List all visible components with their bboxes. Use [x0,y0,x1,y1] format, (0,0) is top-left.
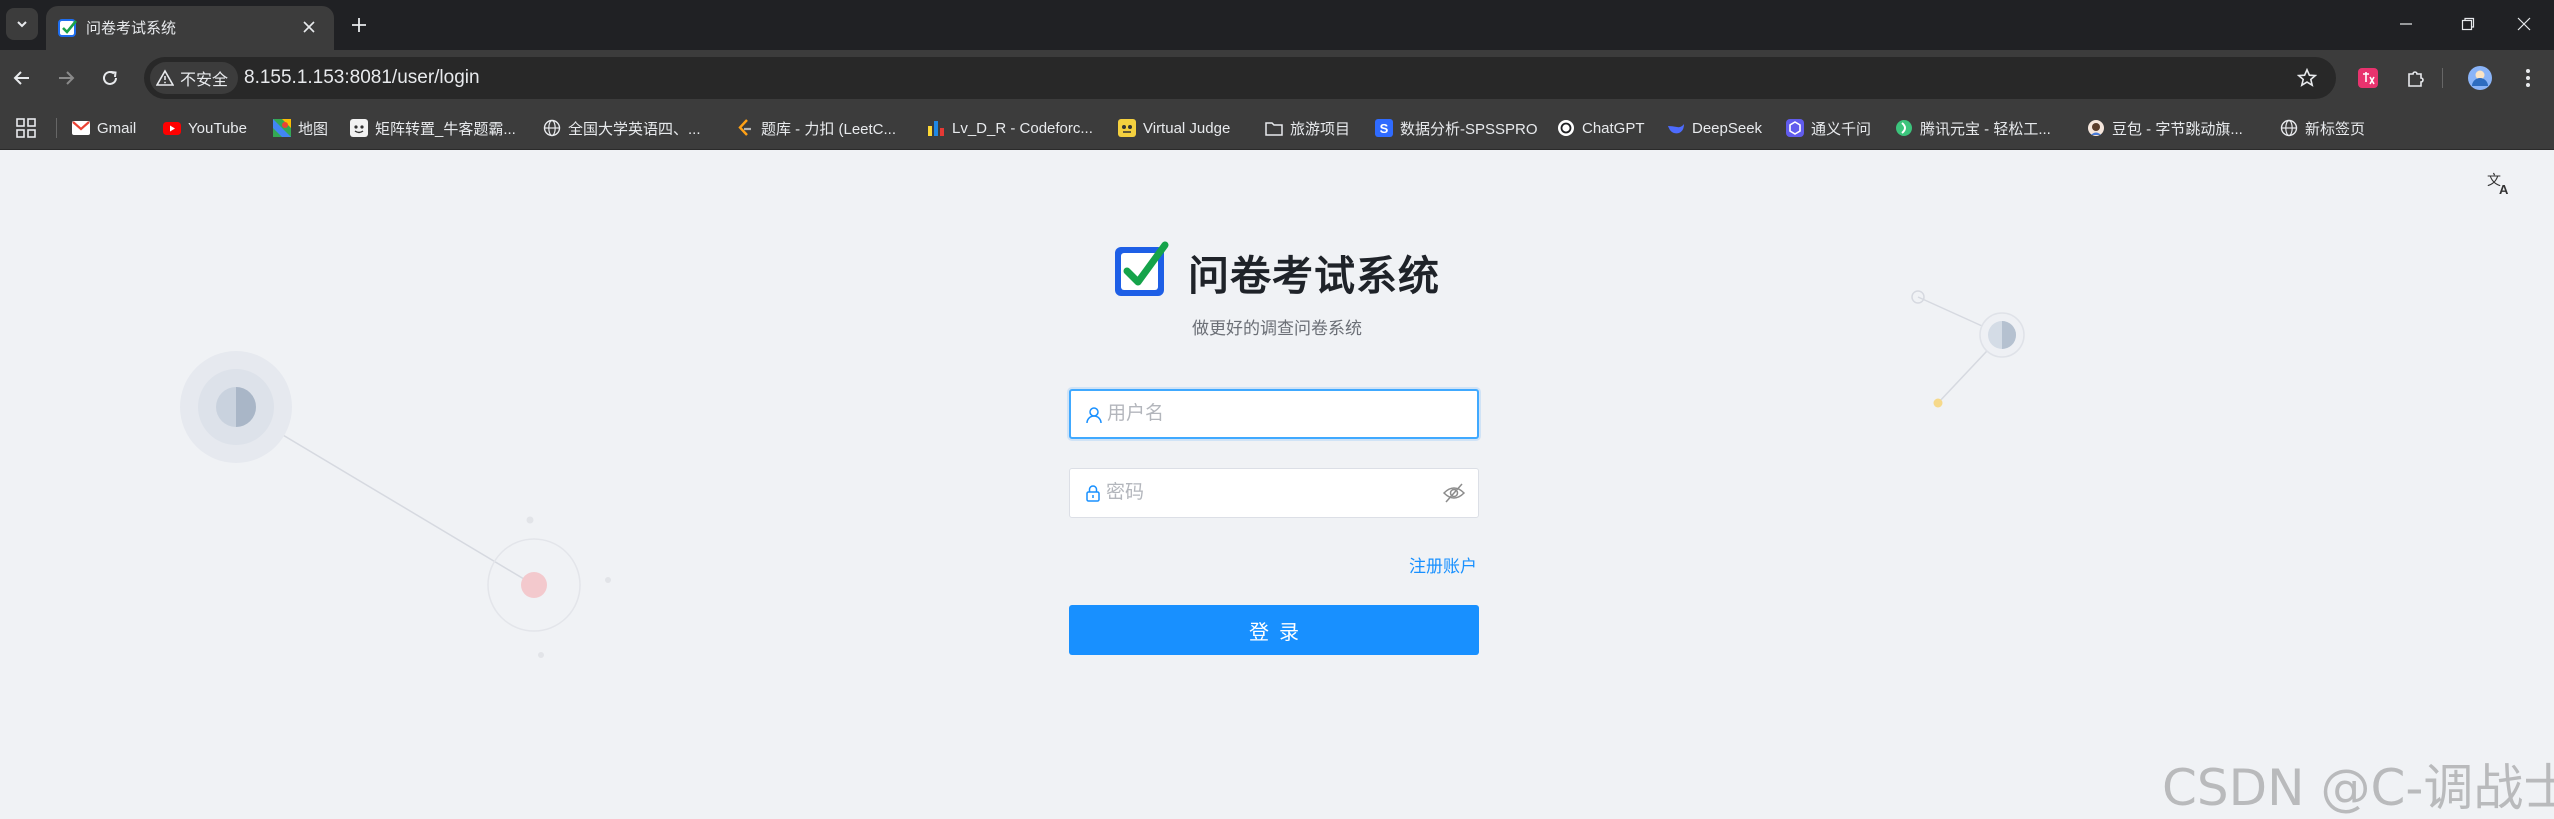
browser-tab-strip: 问卷考试系统 [0,0,2554,50]
arrow-left-icon [13,71,29,85]
bookmark-newtab[interactable]: 新标签页 [2280,114,2365,142]
folder-icon [1265,119,1283,137]
browser-tab-active[interactable]: 问卷考试系统 [46,6,334,50]
apps-grid-icon[interactable] [14,116,38,140]
username-input[interactable] [1107,391,1437,437]
bookmark-chatgpt[interactable]: ChatGPT [1557,114,1645,142]
extensions-button[interactable] [2400,62,2432,94]
bookmark-deepseek[interactable]: DeepSeek [1667,114,1762,142]
language-switch-icon[interactable]: 文 A [2486,169,2514,197]
codeforces-icon [927,119,945,137]
password-input[interactable] [1106,469,1436,517]
close-window-button[interactable] [2502,6,2546,42]
bookmark-tongyi[interactable]: 通义千问 [1786,114,1871,142]
url-text[interactable]: 8.155.1.153:8081/user/login [244,67,480,89]
spsspro-icon: S [1375,119,1393,137]
password-field[interactable] [1069,468,1479,518]
bookmark-maps[interactable]: 地图 [273,114,328,142]
username-field[interactable] [1069,389,1479,439]
yuanbao-icon [1895,119,1913,137]
tab-title: 问卷考试系统 [86,20,177,37]
bookmark-yuanbao[interactable]: 腾讯元宝 - 轻松工... [1895,114,2051,142]
bookmark-doubao[interactable]: 豆包 - 字节跳动旗... [2087,114,2243,142]
translate-extension-button[interactable] [2352,62,2384,94]
address-bar[interactable]: 不安全 8.155.1.153:8081/user/login [144,57,2336,99]
plus-icon [352,18,366,32]
minimize-icon [2400,23,2412,25]
user-icon [1086,407,1102,424]
security-label: 不安全 [180,72,229,89]
csdn-watermark: CSDN @C-调战士 [2162,759,2554,817]
bookmark-gmail[interactable]: Gmail [72,114,136,142]
avatar-icon [2468,66,2492,90]
app-title: 问卷考试系统 [1188,253,1440,299]
youtube-icon [163,119,181,137]
register-link[interactable]: 注册账户 [1409,552,1477,577]
browser-menu-button[interactable] [2512,62,2544,94]
bookmarks-divider [56,118,57,138]
leetcode-icon [736,119,754,137]
deepseek-icon [1667,119,1685,137]
bookmark-spsspro[interactable]: S 数据分析-SPSSPRO [1375,114,1538,142]
new-tab-button[interactable] [344,10,374,40]
tab-search-button[interactable] [6,8,38,40]
translate-extension-icon [2358,68,2378,88]
star-icon [2297,68,2317,87]
app-subtitle: 做更好的调查问卷系统 [1192,319,1362,338]
site-security-chip[interactable]: 不安全 [150,62,239,94]
reload-button[interactable] [94,62,126,94]
toolbar-divider [2442,68,2443,88]
globe-icon [543,119,561,137]
svg-text:S: S [1380,121,1389,136]
arrow-right-icon [59,71,75,85]
chevron-down-icon [17,21,27,28]
tongyi-icon [1786,119,1804,137]
bookmark-nowcoder[interactable]: 矩阵转置_牛客题霸... [350,114,516,142]
minimize-button[interactable] [2384,6,2428,42]
reload-icon [103,70,117,85]
chatgpt-icon [1557,119,1575,137]
globe-icon [2280,119,2298,137]
login-page: 文 A 问卷考试系统 做更好的调查问卷系统 注册账户 登录 CSDN @C-调战… [0,151,2554,819]
doubao-icon [2087,119,2105,137]
browser-toolbar: 不安全 8.155.1.153:8081/user/login [0,50,2554,106]
tab-close-button[interactable] [296,14,322,40]
app-logo-icon [1115,241,1169,296]
vjudge-icon [1118,119,1136,137]
close-icon [303,21,315,33]
restore-icon [2461,17,2475,31]
restore-button[interactable] [2446,6,2490,42]
warning-icon [156,69,174,86]
gmail-icon [72,119,90,137]
login-button[interactable]: 登录 [1069,605,1479,655]
bookmark-youtube[interactable]: YouTube [163,114,247,142]
puzzle-icon [2408,71,2424,87]
back-button[interactable] [6,62,38,94]
bookmark-leetcode[interactable]: 题库 - 力扣 (LeetC... [736,114,896,142]
more-vert-icon [2526,69,2530,87]
maps-icon [273,119,291,137]
bookmark-star-button[interactable] [2294,65,2320,91]
bookmark-codeforces[interactable]: Lv_D_R - Codeforc... [927,114,1093,142]
bookmark-folder-travel[interactable]: 旅游项目 [1265,114,1350,142]
eye-off-icon[interactable] [1442,482,1466,504]
profile-avatar[interactable] [2464,62,2496,94]
close-icon [2517,17,2531,31]
svg-text:A: A [2499,182,2509,197]
bookmarks-bar: Gmail YouTube 地图 矩阵转置_牛客题霸... 全国大学英语四、..… [0,106,2554,150]
bookmark-cet[interactable]: 全国大学英语四、... [543,114,701,142]
checkbox-logo-icon [58,19,78,37]
bookmark-vjudge[interactable]: Virtual Judge [1118,114,1230,142]
forward-button[interactable] [50,62,82,94]
nowcoder-icon [350,119,368,137]
lock-icon [1086,485,1100,502]
